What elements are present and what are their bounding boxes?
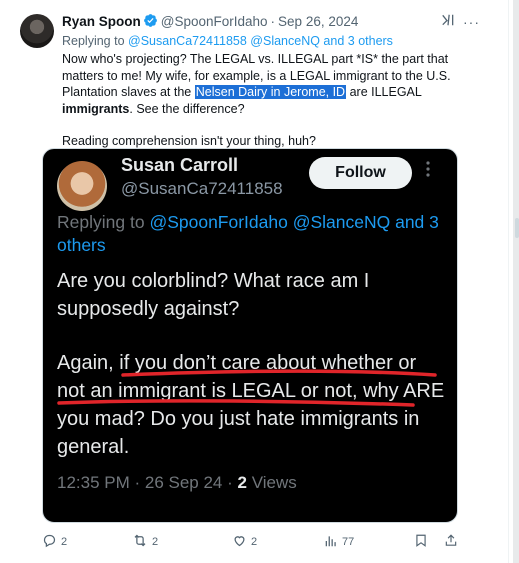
- highlighted-text: Nelsen Dairy in Jerome, ID: [194, 85, 347, 99]
- more-options-icon[interactable]: ···: [463, 12, 480, 32]
- embedded-meta: 12:35 PM · 26 Sep 24 · 2 Views: [57, 473, 297, 493]
- embedded-screenshot[interactable]: Susan Carroll @SusanCa72411858 Follow Re…: [42, 148, 458, 523]
- avatar[interactable]: [20, 14, 54, 48]
- heart-icon: [232, 533, 251, 551]
- repost-button[interactable]: 2: [132, 532, 158, 552]
- tweet-text-part3: . See the difference?: [129, 101, 245, 116]
- embedded-text-2: Again, if you don’t care about whether o…: [57, 352, 445, 458]
- embedded-views-label: Views: [246, 473, 297, 492]
- tweet-text-part4: Reading comprehension isn't your thing, …: [62, 134, 316, 148]
- reply-button[interactable]: 2: [42, 532, 67, 552]
- embedded-meta-time: 12:35 PM · 26 Sep 24 ·: [57, 473, 238, 492]
- replying-handles-link[interactable]: @SusanCa72411858 @SlanceNQ and 3 others: [128, 34, 393, 48]
- tweet-content: Ryan Spoon @SpoonForIdaho · Sep 26, 2024 ··…: [62, 12, 480, 150]
- tweet-actions: 2 2 2 77: [42, 532, 460, 552]
- tweet-date[interactable]: Sep 26, 2024: [278, 14, 358, 29]
- embedded-author-name: Susan Carroll: [121, 155, 239, 175]
- timeline-border: [508, 0, 509, 563]
- red-underline-annotation: [57, 369, 437, 407]
- grok-icon[interactable]: [441, 13, 455, 33]
- embedded-author-handle: @SusanCa72411858: [121, 179, 283, 198]
- repost-count: 2: [152, 536, 159, 548]
- author-handle[interactable]: @SpoonForIdaho: [161, 14, 268, 29]
- embedded-views-count: 2: [237, 473, 247, 492]
- like-count: 2: [251, 536, 258, 548]
- replying-prefix: Replying to: [62, 34, 125, 48]
- scrollbar-track[interactable]: [513, 0, 519, 563]
- repost-icon: [132, 533, 152, 551]
- embedded-text-1: Are you colorblind? What race am I suppo…: [57, 270, 370, 320]
- embedded-avatar: [57, 161, 107, 211]
- embedded-follow-button: Follow: [309, 157, 412, 189]
- embedded-replying-to: Replying to @SpoonForIdaho @SlanceNQ and…: [57, 211, 452, 257]
- tweet-text: Now who's projecting? The LEGAL vs. ILLE…: [62, 51, 472, 150]
- embedded-replying-prefix: Replying to: [57, 212, 145, 232]
- views-button[interactable]: 77: [324, 532, 354, 552]
- scrollbar-thumb[interactable]: [515, 218, 519, 238]
- bookmark-icon: [414, 533, 432, 551]
- like-button[interactable]: 2: [232, 532, 257, 552]
- views-chart-icon: [324, 534, 342, 551]
- share-button[interactable]: [444, 532, 462, 552]
- share-icon: [444, 533, 462, 551]
- bookmark-button[interactable]: [414, 532, 432, 552]
- tweet-header: Ryan Spoon @SpoonForIdaho · Sep 26, 2024 ··…: [62, 12, 480, 32]
- embedded-more-icon: [426, 161, 430, 180]
- verified-badge-icon: [143, 13, 158, 34]
- reply-icon: [42, 533, 61, 551]
- tweet-text-part2: are ILLEGAL: [349, 85, 422, 99]
- tweet-text-bold: immigrants: [62, 101, 130, 116]
- separator-dot: ·: [270, 14, 276, 29]
- replying-to: Replying to @SusanCa72411858 @SlanceNQ a…: [62, 32, 480, 50]
- views-count: 77: [342, 536, 355, 548]
- author-name[interactable]: Ryan Spoon: [62, 14, 141, 29]
- reply-count: 2: [61, 536, 68, 548]
